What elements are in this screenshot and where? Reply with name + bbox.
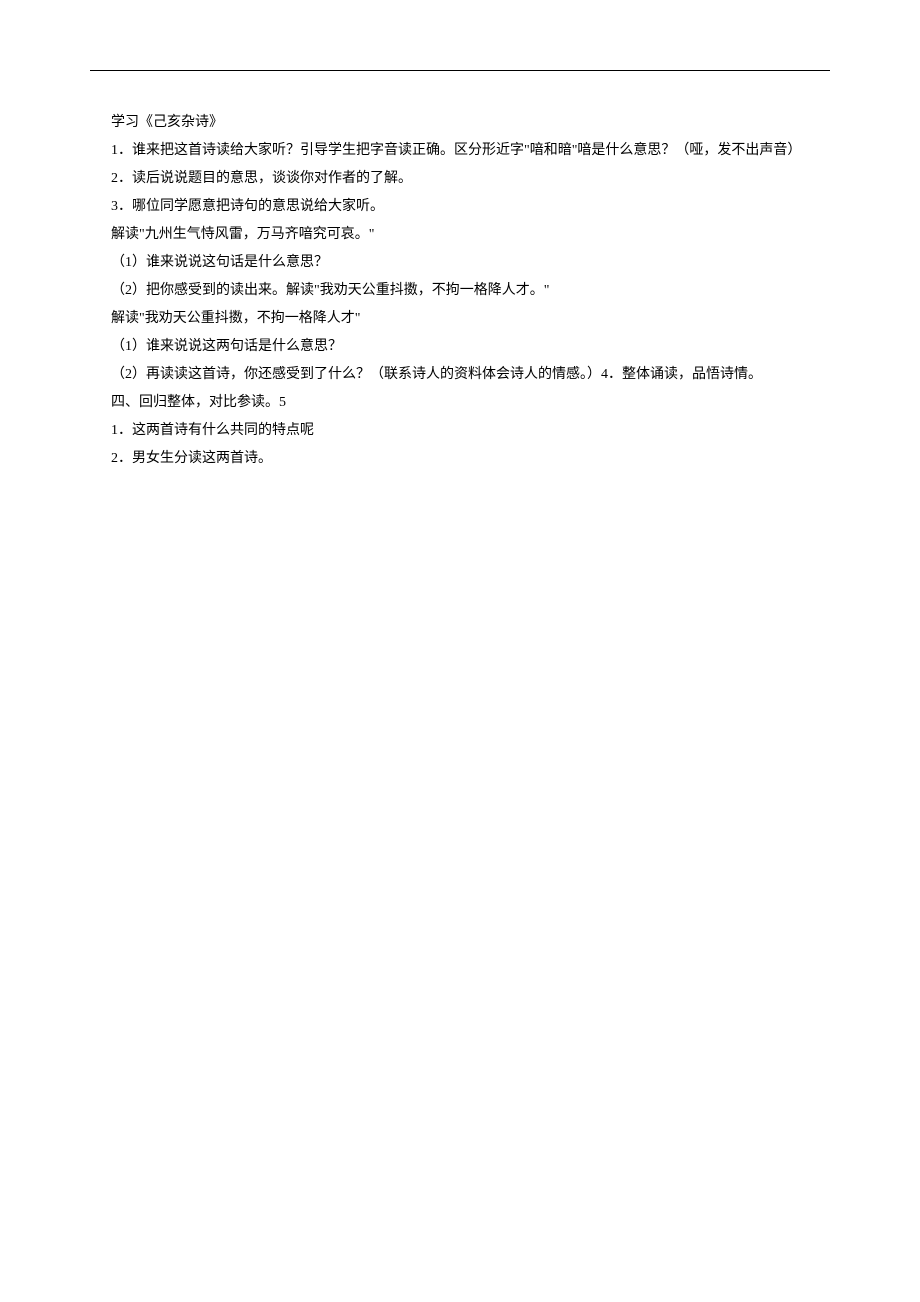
text-line: 四、回归整体，对比参读。5 [90,389,830,417]
text-line: （2）把你感受到的读出来。解读"我劝天公重抖擞，不拘一格降人才。" [90,277,830,305]
text-line: 2．男女生分读这两首诗。 [90,445,830,473]
text-line: 学习《己亥杂诗》 [90,109,830,137]
page-container: 学习《己亥杂诗》 1．谁来把这首诗读给大家听？引导学生把字音读正确。区分形近字"… [0,0,920,473]
document-content: 学习《己亥杂诗》 1．谁来把这首诗读给大家听？引导学生把字音读正确。区分形近字"… [90,109,830,473]
text-line: （1）谁来说说这句话是什么意思？ [90,249,830,277]
text-line: 3．哪位同学愿意把诗句的意思说给大家听。 [90,193,830,221]
text-line: 2．读后说说题目的意思，谈谈你对作者的了解。 [90,165,830,193]
text-line: 解读"我劝天公重抖擞，不拘一格降人才" [90,305,830,333]
horizontal-rule [90,70,830,71]
text-line: （2）再读读这首诗，你还感受到了什么？（联系诗人的资料体会诗人的情感。）4．整体… [90,361,830,389]
text-line: 1．谁来把这首诗读给大家听？引导学生把字音读正确。区分形近字"喑和暗"喑是什么意… [90,137,830,165]
text-line: （1）谁来说说这两句话是什么意思？ [90,333,830,361]
text-line: 解读"九州生气恃风雷，万马齐喑究可哀。" [90,221,830,249]
text-line: 1．这两首诗有什么共同的特点呢 [90,417,830,445]
